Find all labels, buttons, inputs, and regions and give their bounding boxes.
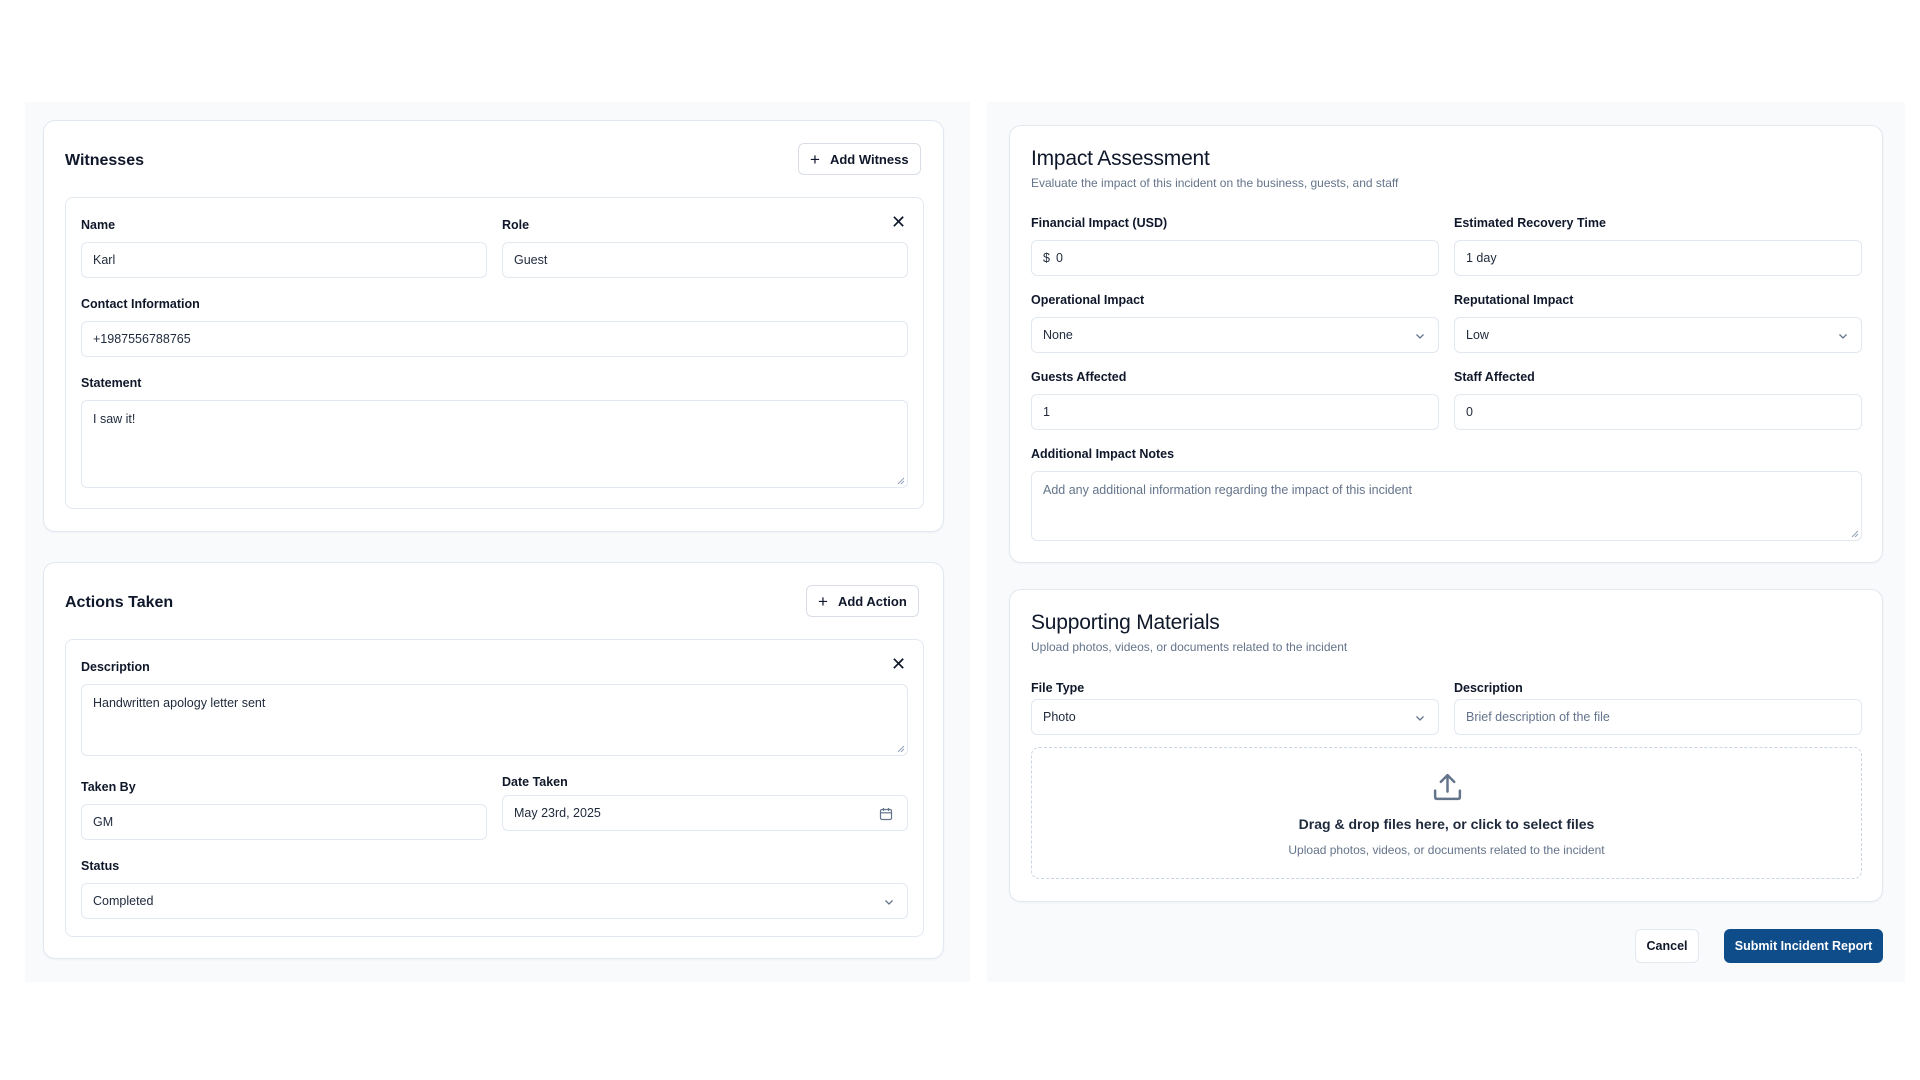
file-description-label: Description [1454, 681, 1523, 695]
operational-impact-value: None [1043, 328, 1073, 342]
recovery-time-field[interactable]: 1 day [1454, 240, 1862, 276]
right-panel: Impact Assessment Evaluate the impact of… [987, 102, 1905, 982]
statement-textarea[interactable]: I saw it! [81, 400, 908, 488]
file-type-select[interactable]: Photo [1031, 699, 1439, 735]
submit-incident-report-button[interactable]: Submit Incident Report [1724, 929, 1883, 963]
witness-entry: ✕ Name Karl Role Guest Contact Informati… [65, 197, 924, 509]
resize-handle-icon[interactable] [897, 477, 905, 485]
plus-icon: + [810, 149, 820, 169]
name-label: Name [81, 218, 116, 232]
status-value: Completed [93, 894, 154, 908]
impact-title: Impact Assessment [1031, 147, 1210, 170]
impact-assessment-card: Impact Assessment Evaluate the impact of… [1009, 125, 1883, 563]
guests-affected-label: Guests Affected [1031, 370, 1127, 384]
statement-value: I saw it! [93, 412, 136, 426]
reputational-impact-select[interactable]: Low [1454, 317, 1862, 353]
recovery-time-label: Estimated Recovery Time [1454, 216, 1606, 230]
file-description-field[interactable]: Brief description of the file [1454, 699, 1862, 735]
supporting-title: Supporting Materials [1031, 611, 1220, 634]
supporting-description: Upload photos, videos, or documents rela… [1031, 640, 1348, 654]
actions-card: Actions Taken + Add Action ✕ Description… [43, 562, 944, 959]
witnesses-card: Witnesses + Add Witness ✕ Name Karl Role… [43, 120, 944, 532]
action-description-label: Description [81, 660, 150, 674]
close-icon[interactable]: ✕ [891, 213, 906, 231]
staff-affected-label: Staff Affected [1454, 370, 1535, 384]
operational-impact-select[interactable]: None [1031, 317, 1439, 353]
reputational-impact-label: Reputational Impact [1454, 293, 1574, 307]
statement-label: Statement [81, 376, 142, 390]
taken-by-label: Taken By [81, 780, 136, 794]
action-description-value: Handwritten apology letter sent [93, 696, 266, 710]
taken-by-field[interactable]: GM [81, 804, 487, 840]
file-type-value: Photo [1043, 710, 1076, 724]
financial-impact-label: Financial Impact (USD) [1031, 216, 1168, 230]
chevron-down-icon [885, 900, 893, 905]
currency-symbol: $ [1043, 251, 1050, 265]
date-taken-picker[interactable]: May 23rd, 2025 [502, 795, 908, 831]
action-description-textarea[interactable]: Handwritten apology letter sent [81, 684, 908, 756]
resize-handle-icon[interactable] [1851, 530, 1859, 538]
financial-impact-value: 0 [1055, 251, 1063, 265]
add-witness-label: Add Witness [829, 151, 909, 167]
add-action-button[interactable]: + Add Action [806, 585, 919, 617]
date-taken-label: Date Taken [502, 775, 568, 789]
left-panel: Witnesses + Add Witness ✕ Name Karl Role… [25, 102, 970, 982]
witnesses-title: Witnesses [65, 152, 144, 169]
plus-icon: + [818, 591, 828, 611]
role-field[interactable]: Guest [502, 242, 908, 278]
impact-description: Evaluate the impact of this incident on … [1031, 176, 1399, 190]
add-witness-button[interactable]: + Add Witness [798, 143, 921, 175]
contact-label: Contact Information [81, 297, 200, 311]
file-dropzone[interactable]: Drag & drop files here, or click to sele… [1031, 747, 1862, 879]
status-select[interactable]: Completed [81, 883, 908, 919]
chevron-down-icon [1416, 334, 1424, 339]
reputational-impact-value: Low [1466, 328, 1489, 342]
date-taken-value: May 23rd, 2025 [514, 806, 601, 820]
actions-title: Actions Taken [65, 594, 174, 611]
chevron-down-icon [1839, 334, 1847, 339]
financial-impact-field[interactable]: $ 0 [1031, 240, 1439, 276]
staff-affected-field[interactable]: 0 [1454, 394, 1862, 430]
close-icon[interactable]: ✕ [891, 655, 906, 673]
impact-notes-textarea[interactable]: Add any additional information regarding… [1031, 471, 1862, 541]
action-entry: ✕ Description Handwritten apology letter… [65, 639, 924, 937]
upload-icon [1433, 773, 1462, 801]
cancel-button[interactable]: Cancel [1635, 929, 1699, 963]
name-field[interactable]: Karl [81, 242, 487, 278]
add-action-label: Add Action [837, 593, 907, 609]
status-label: Status [81, 859, 120, 873]
calendar-icon [879, 808, 893, 821]
role-label: Role [502, 218, 530, 232]
contact-field[interactable]: +1987556788765 [81, 321, 908, 357]
impact-notes-placeholder: Add any additional information regarding… [1043, 483, 1412, 497]
file-type-label: File Type [1031, 681, 1085, 695]
impact-notes-label: Additional Impact Notes [1031, 447, 1175, 461]
resize-handle-icon[interactable] [897, 745, 905, 753]
chevron-down-icon [1416, 716, 1424, 721]
guests-affected-field[interactable]: 1 [1031, 394, 1439, 430]
dropzone-subtitle: Upload photos, videos, or documents rela… [1288, 843, 1605, 857]
operational-impact-label: Operational Impact [1031, 293, 1145, 307]
dropzone-title: Drag & drop files here, or click to sele… [1298, 816, 1595, 832]
supporting-materials-card: Supporting Materials Upload photos, vide… [1009, 589, 1883, 902]
